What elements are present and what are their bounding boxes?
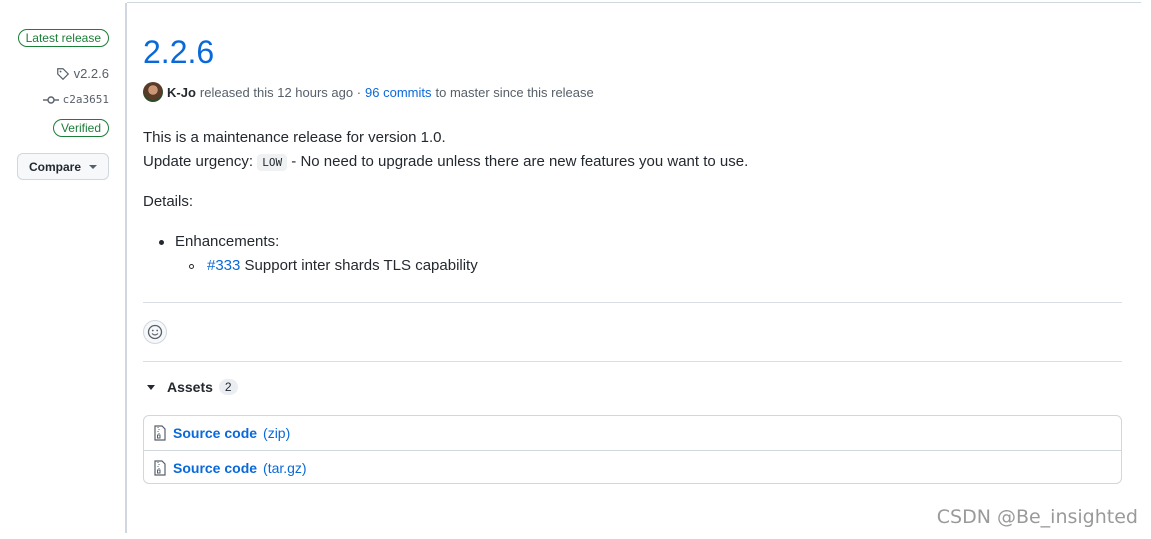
asset-ext: (zip) <box>263 425 291 441</box>
asset-name: Source code <box>173 459 258 476</box>
release-title[interactable]: 2.2.6 <box>143 30 214 74</box>
bullet-ring <box>189 264 194 269</box>
tag-label: v2.2.6 <box>73 66 109 81</box>
urgency-code: LOW <box>257 154 288 171</box>
commits-suffix: to master since this release <box>435 84 594 100</box>
chevron-down-icon <box>89 164 97 169</box>
smiley-icon <box>147 324 163 340</box>
commit-icon <box>42 95 59 104</box>
release-sidebar: Latest release v2.2.6 c2a3651 Verified C… <box>0 0 125 539</box>
urgency-line: Update urgency: LOW - No need to upgrade… <box>143 153 749 171</box>
details-label: Details: <box>143 193 194 210</box>
body-line-1: This is a maintenance release for versio… <box>143 129 446 146</box>
author-link[interactable]: K-Jo <box>167 85 196 100</box>
asset-ext: (tar.gz) <box>263 459 307 476</box>
urgency-suffix: - No need to upgrade unless there are ne… <box>291 153 749 170</box>
commit-sha: c2a3651 <box>62 93 109 106</box>
assets-toggle[interactable]: Assets 2 <box>143 379 238 395</box>
asset-targz[interactable]: Source code (tar.gz) <box>144 450 1121 483</box>
file-zip-icon <box>154 459 166 476</box>
tag-link[interactable]: v2.2.6 <box>56 66 109 81</box>
issue-link[interactable]: #333 <box>207 257 240 274</box>
release-meta: K-Jo released this 12 hours ago · 96 com… <box>143 82 594 102</box>
verified-badge[interactable]: Verified <box>52 119 109 137</box>
avatar[interactable] <box>143 82 163 102</box>
commit-link[interactable]: c2a3651 <box>42 93 109 106</box>
asset-zip[interactable]: Source code (zip) <box>144 416 1121 450</box>
asset-name: Source code <box>173 425 258 441</box>
file-zip-icon <box>154 425 166 441</box>
commits-link[interactable]: 96 commits <box>365 85 431 100</box>
latest-release-badge: Latest release <box>17 29 109 47</box>
divider <box>143 361 1122 362</box>
urgency-prefix: Update urgency: <box>143 153 254 170</box>
released-text: released this 12 hours ago · <box>199 84 362 100</box>
add-reaction-button[interactable] <box>143 320 167 344</box>
assets-list: Source code (zip) Source code (tar.gz) <box>143 415 1122 484</box>
assets-label: Assets <box>167 379 213 395</box>
sidebar-divider <box>125 3 127 533</box>
top-border <box>127 2 1141 3</box>
enhancement-text: Support inter shards TLS capability <box>244 257 478 274</box>
tag-icon <box>56 67 69 80</box>
triangle-down-icon <box>147 384 155 390</box>
watermark: CSDN @Be_insighted <box>936 506 1138 528</box>
enhancement-item: #333 Support inter shards TLS capability <box>207 257 478 274</box>
assets-count: 2 <box>218 379 238 395</box>
compare-button[interactable]: Compare <box>17 153 109 180</box>
divider <box>143 302 1122 303</box>
enhancements-label: Enhancements: <box>175 233 280 250</box>
compare-label: Compare <box>28 159 81 174</box>
bullet-dot <box>159 240 164 245</box>
